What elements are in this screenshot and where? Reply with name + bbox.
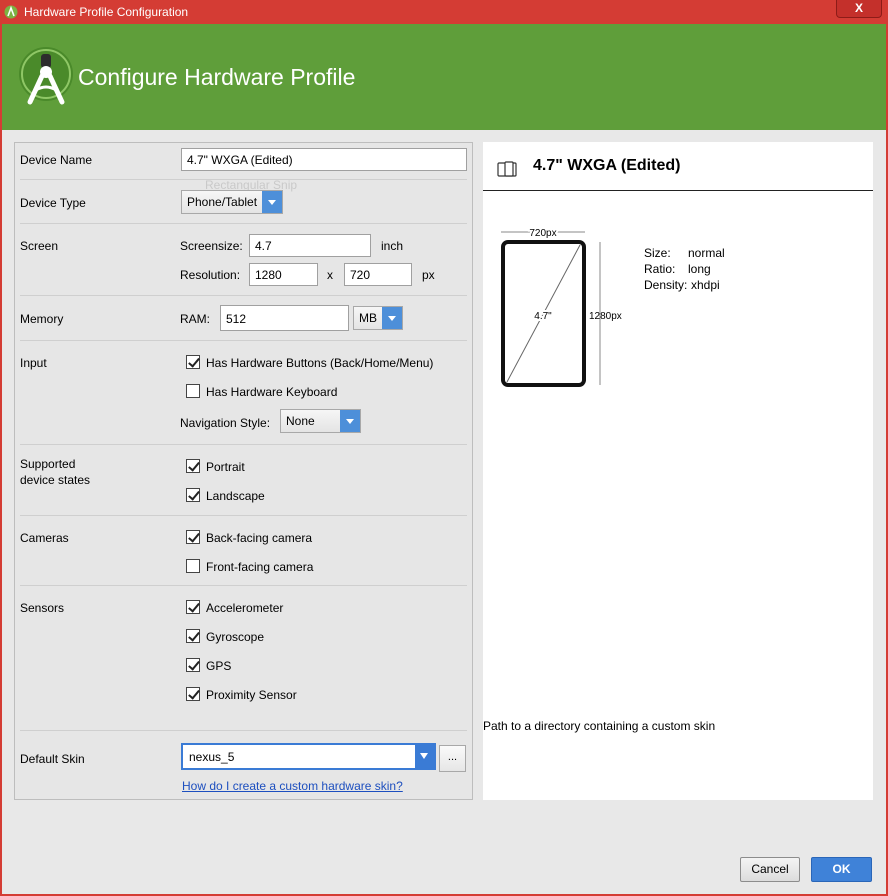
hw-buttons-label: Has Hardware Buttons (Back/Home/Menu) [206,356,434,370]
device-type-label: Device Type [20,196,86,210]
nav-style-select[interactable]: None [280,409,361,433]
cameras-label: Cameras [20,531,69,545]
states-label-line2: device states [20,473,91,487]
close-button[interactable]: X [836,0,882,18]
chevron-down-icon [340,410,360,432]
device-type-value: Phone/Tablet [187,195,258,209]
android-studio-logo-icon [19,47,73,105]
landscape-checkbox[interactable] [186,488,200,502]
screensize-input[interactable]: 4.7 [249,234,371,257]
ram-label: RAM: [180,312,210,326]
landscape-label: Landscape [206,489,265,503]
preview-panel: 4.7" WXGA (Edited) 720px 1280px 4.7" Siz… [483,142,873,800]
ok-button[interactable]: OK [811,857,872,882]
preview-title: 4.7" WXGA (Edited) [533,157,681,174]
back-camera-checkbox[interactable] [186,530,200,544]
ram-input[interactable]: 512 [220,305,349,331]
device-name-input[interactable]: 4.7" WXGA (Edited) [181,148,467,171]
resolution-width-input[interactable]: 1280 [249,263,318,286]
portrait-label: Portrait [206,460,245,474]
hw-buttons-checkbox[interactable] [186,355,200,369]
gyroscope-label: Gyroscope [206,630,265,644]
density-value: xhdpi [691,278,720,292]
memory-label: Memory [20,312,64,326]
default-skin-value: nexus_5 [189,750,235,764]
header-banner: Configure Hardware Profile [2,24,886,130]
divider [20,730,467,731]
custom-skin-help-link[interactable]: How do I create a custom hardware skin? [182,779,403,793]
android-studio-icon [4,5,18,19]
page-title: Configure Hardware Profile [78,64,356,90]
default-skin-label: Default Skin [20,752,85,766]
gyroscope-checkbox[interactable] [186,629,200,643]
resolution-label: Resolution: [180,268,241,282]
screensize-unit: inch [381,239,404,253]
ram-unit-select[interactable]: MB [353,306,403,330]
divider [20,585,467,586]
resolution-unit: px [422,268,435,282]
ratio-label: Ratio: [644,262,676,276]
window-title: Hardware Profile Configuration [24,5,189,19]
size-value: normal [688,246,725,260]
device-name-label: Device Name [20,153,93,167]
cancel-button[interactable]: Cancel [740,857,800,882]
preview-width-label: 720px [529,228,556,239]
screen-label: Screen [20,239,59,253]
preview-diagonal-label: 4.7" [534,311,552,322]
input-label: Input [20,356,47,370]
device-type-select[interactable]: Phone/Tablet [181,190,283,214]
ratio-value: long [688,262,711,276]
gps-label: GPS [206,659,232,673]
states-label-line1: Supported [20,457,76,471]
accelerometer-label: Accelerometer [206,601,284,615]
hw-keyboard-checkbox[interactable] [186,384,200,398]
proximity-checkbox[interactable] [186,687,200,701]
front-camera-checkbox[interactable] [186,559,200,573]
nav-style-value: None [286,414,315,428]
resolution-height-input[interactable]: 720 [344,263,412,286]
gps-checkbox[interactable] [186,658,200,672]
back-camera-label: Back-facing camera [206,531,313,545]
portrait-checkbox[interactable] [186,459,200,473]
divider [483,190,873,191]
hw-keyboard-label: Has Hardware Keyboard [206,385,338,399]
ram-unit-value: MB [359,311,377,325]
screensize-label: Screensize: [180,239,243,253]
phone-tablet-icon [497,161,517,177]
divider [20,444,467,445]
density-label: Density: [644,278,688,292]
default-skin-select[interactable]: nexus_5 [181,743,436,770]
browse-skin-button[interactable]: ... [439,745,466,772]
skin-hint-text: Path to a directory containing a custom … [483,719,716,733]
accelerometer-checkbox[interactable] [186,600,200,614]
preview-height-label: 1280px [589,311,622,322]
divider [20,340,467,341]
chevron-down-icon [415,745,434,768]
device-preview-diagram: 720px 1280px 4.7" [501,226,622,387]
chevron-down-icon [262,191,282,213]
divider [20,223,467,224]
chevron-down-icon [382,307,402,329]
nav-style-label: Navigation Style: [180,416,271,430]
divider [20,515,467,516]
front-camera-label: Front-facing camera [206,560,314,574]
divider [20,295,467,296]
title-bar: Hardware Profile Configuration X [0,0,888,24]
resolution-separator: x [327,268,333,282]
size-label: Size: [644,246,671,260]
proximity-label: Proximity Sensor [206,688,297,702]
sensors-label: Sensors [20,601,65,615]
